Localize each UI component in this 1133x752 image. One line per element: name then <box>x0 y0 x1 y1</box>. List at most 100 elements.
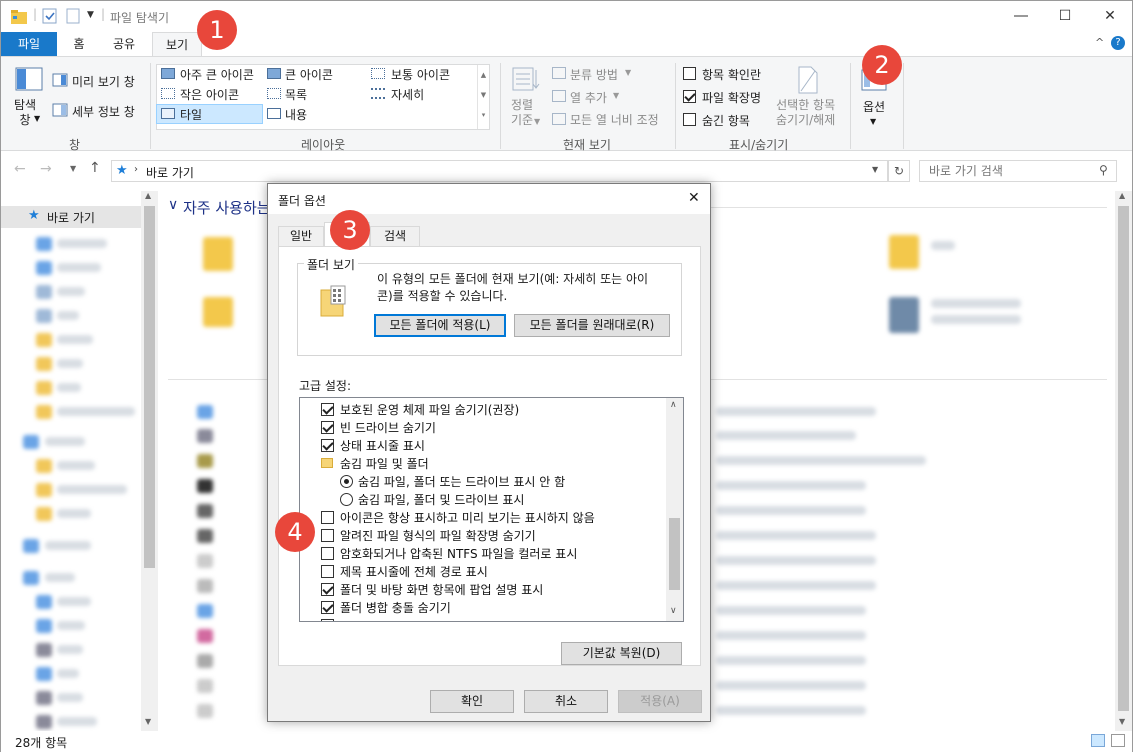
group-by-icon <box>552 67 566 79</box>
star-icon: ★ <box>116 163 128 178</box>
ribbon-collapse-icon[interactable]: ^ <box>1095 36 1104 49</box>
file-extensions-checkbox[interactable] <box>683 90 696 103</box>
advanced-settings-list[interactable]: 보호된 운영 체제 파일 숨기기(권장) 빈 드라이브 숨기기 상태 표시줄 표… <box>299 397 684 622</box>
setting-checkbox[interactable] <box>321 403 334 416</box>
item-checkboxes-checkbox[interactable] <box>683 67 696 80</box>
large-icons-view-icon[interactable] <box>1111 734 1125 747</box>
breadcrumb[interactable]: 바로 가기 <box>146 164 194 181</box>
reset-folders-button[interactable]: 모든 폴더를 원래대로(R) <box>514 314 670 337</box>
preview-pane-button[interactable]: 미리 보기 창 <box>72 73 135 90</box>
group-label-layout: 레이아웃 <box>301 138 346 152</box>
setting-checkbox-hide-extensions[interactable] <box>321 529 334 542</box>
new-folder-icon[interactable] <box>65 8 81 24</box>
recent-locations-icon[interactable]: ▼ <box>70 164 76 173</box>
advanced-settings-label: 고급 설정: <box>299 379 352 393</box>
details-icon <box>371 88 385 99</box>
dialog-title: 폴더 옵션 <box>278 194 326 208</box>
scroll-down-icon[interactable]: ▼ <box>1119 717 1125 726</box>
help-icon[interactable]: ? <box>1111 36 1125 50</box>
layout-content[interactable]: 내용 <box>285 106 307 123</box>
layout-details[interactable]: 자세히 <box>391 86 424 103</box>
extra-large-icons-icon <box>161 68 175 79</box>
address-bar[interactable]: ★ › 바로 가기 ▼ <box>111 160 888 182</box>
tab-share[interactable]: 공유 <box>104 32 144 56</box>
tab-home[interactable]: 홈 <box>65 32 93 56</box>
setting-checkbox[interactable] <box>321 601 334 614</box>
setting-label: 숨김 파일, 폴더 또는 드라이브 표시 안 함 <box>358 475 566 489</box>
content-scrollbar-thumb[interactable] <box>1118 206 1129 711</box>
refresh-icon[interactable]: ↻ <box>888 160 910 182</box>
group-label-show-hide: 표시/숨기기 <box>729 138 789 152</box>
properties-icon[interactable] <box>42 8 58 24</box>
layout-small-icons[interactable]: 작은 아이콘 <box>180 86 239 103</box>
step-badge-2: 2 <box>862 45 902 85</box>
setting-label: 제목 표시줄에 전체 경로 표시 <box>340 565 488 579</box>
dialog-close-icon[interactable]: ✕ <box>688 190 700 206</box>
folder-view-icon <box>320 285 346 317</box>
nav-scrollbar-thumb[interactable] <box>144 206 155 568</box>
section-collapse-chevron-icon[interactable]: ∨ <box>168 197 178 213</box>
step-badge-1: 1 <box>197 10 237 50</box>
nav-item-quick-access[interactable]: 바로 가기 <box>47 209 95 226</box>
setting-checkbox[interactable] <box>321 547 334 560</box>
apply-to-folders-button[interactable]: 모든 폴더에 적용(L) <box>374 314 506 337</box>
details-view-icon[interactable] <box>1091 734 1105 747</box>
maximize-button[interactable]: ☐ <box>1042 1 1088 32</box>
setting-radio[interactable] <box>340 493 353 506</box>
layout-gallery-scroll[interactable]: ▲ ▼ ▾ <box>477 65 489 129</box>
group-separator <box>500 63 501 149</box>
ok-button[interactable]: 확인 <box>430 690 514 713</box>
layout-large-icons[interactable]: 큰 아이콘 <box>285 66 333 83</box>
preview-pane-icon <box>52 73 68 87</box>
tab-general[interactable]: 일반 <box>278 226 324 246</box>
hidden-items-checkbox[interactable] <box>683 113 696 126</box>
navigation-pane-button[interactable]: 탐색 창 <box>14 98 36 128</box>
chevron-down-icon: ▼ <box>613 91 620 100</box>
close-button[interactable]: ✕ <box>1087 1 1133 32</box>
search-icon[interactable]: ⚲ <box>1099 163 1108 177</box>
forward-arrow-icon[interactable]: → <box>40 161 52 177</box>
settings-scrollbar-thumb[interactable] <box>669 518 680 590</box>
layout-tiles[interactable]: 타일 <box>180 106 202 123</box>
scroll-up-icon[interactable]: ▲ <box>145 191 151 200</box>
setting-checkbox[interactable] <box>321 421 334 434</box>
apply-button[interactable]: 적용(A) <box>618 690 702 713</box>
setting-radio[interactable] <box>340 475 353 488</box>
hide-selected-items-button[interactable]: 선택한 항목 숨기기/해제 <box>776 98 835 128</box>
minimize-button[interactable]: ― <box>998 1 1044 32</box>
tab-file[interactable]: 파일 <box>1 32 57 56</box>
size-all-columns-button[interactable]: 모든 열 너비 조정 <box>570 111 659 128</box>
up-arrow-icon[interactable]: ↑ <box>89 160 101 176</box>
setting-checkbox[interactable] <box>321 619 334 621</box>
medium-icons-icon <box>371 68 385 79</box>
setting-checkbox[interactable] <box>321 511 334 524</box>
back-arrow-icon[interactable]: ← <box>14 161 26 177</box>
scroll-down-icon[interactable]: ∨ <box>670 606 677 616</box>
address-dropdown-icon[interactable]: ▼ <box>872 165 878 174</box>
search-input[interactable]: 바로 가기 검색 <box>919 160 1117 182</box>
scroll-up-icon[interactable]: ▲ <box>1119 191 1125 200</box>
setting-checkbox[interactable] <box>321 565 334 578</box>
tab-search[interactable]: 검색 <box>370 226 420 246</box>
options-button[interactable]: 옵션 <box>863 98 885 115</box>
tab-view[interactable]: 보기 <box>152 32 202 56</box>
restore-defaults-button[interactable]: 기본값 복원(D) <box>561 642 682 665</box>
setting-checkbox[interactable] <box>321 439 334 452</box>
add-columns-button[interactable]: 열 추가 <box>570 89 607 106</box>
dialog-title-bar: 폴더 옵션 ✕ <box>268 184 710 214</box>
layout-extra-large-icons[interactable]: 아주 큰 아이콘 <box>180 66 254 83</box>
group-by-button[interactable]: 분류 방법 <box>570 66 618 83</box>
frequent-folders-header[interactable]: 자주 사용하는 <box>183 197 271 218</box>
scroll-down-icon[interactable]: ▼ <box>145 717 151 726</box>
setting-label: 상태 표시줄 표시 <box>340 439 425 453</box>
details-pane-button[interactable]: 세부 정보 창 <box>72 103 135 120</box>
layout-medium-icons[interactable]: 보통 아이콘 <box>391 66 450 83</box>
layout-list[interactable]: 목록 <box>285 86 307 103</box>
scroll-up-icon[interactable]: ∧ <box>670 400 677 410</box>
setting-checkbox[interactable] <box>321 583 334 596</box>
sort-by-button[interactable]: 정렬 기준 <box>511 98 533 128</box>
setting-label: 암호화되거나 압축된 NTFS 파일을 컬러로 표시 <box>340 547 578 561</box>
customize-toolbar-icon[interactable]: ▼ <box>87 10 94 20</box>
list-icon <box>267 88 281 99</box>
cancel-button[interactable]: 취소 <box>524 690 608 713</box>
